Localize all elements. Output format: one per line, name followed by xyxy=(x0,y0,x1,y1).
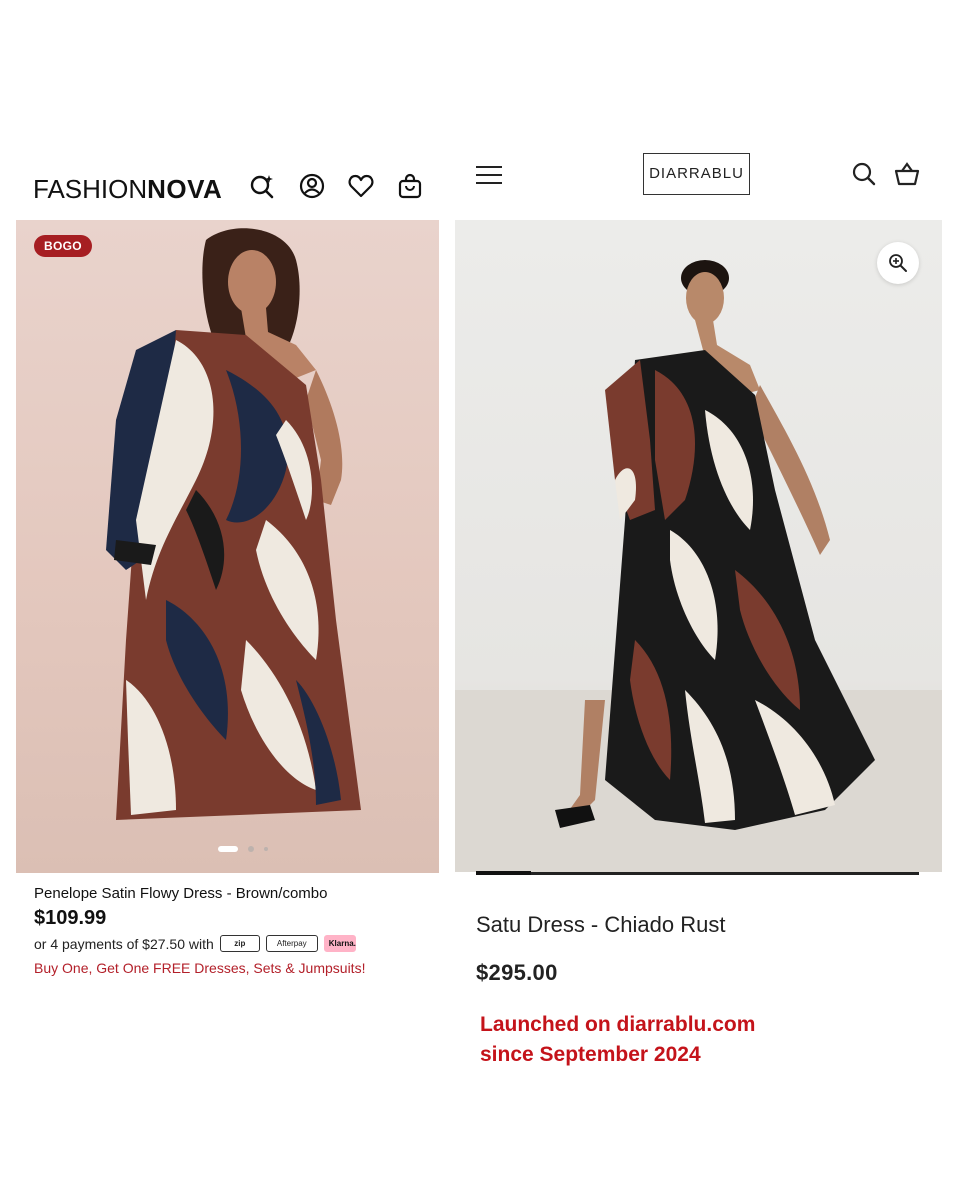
promo-link[interactable]: Buy One, Get One FREE Dresses, Sets & Ju… xyxy=(34,960,365,976)
menu-icon[interactable] xyxy=(474,163,504,187)
bag-icon[interactable] xyxy=(396,172,424,200)
fashionnova-product-image[interactable]: BOGO xyxy=(16,220,439,873)
image-progress-bar[interactable] xyxy=(476,871,919,875)
launch-annotation: Launched on diarrablu.com since Septembe… xyxy=(480,1010,755,1070)
account-icon[interactable] xyxy=(298,172,326,200)
afterpay-badge[interactable]: Afterpay xyxy=(265,935,318,952)
fashionnova-logo[interactable]: FASHIONNOVA xyxy=(33,174,222,205)
annotation-line-1: Launched on diarrablu.com xyxy=(480,1013,756,1036)
zip-badge[interactable]: zip xyxy=(219,935,260,952)
zoom-button[interactable] xyxy=(877,242,919,284)
bogo-badge: BOGO xyxy=(34,235,92,257)
model-illustration-right xyxy=(455,260,942,872)
search-sparkle-icon[interactable] xyxy=(248,172,276,200)
diarrablu-product-image[interactable] xyxy=(455,220,942,872)
search-icon[interactable] xyxy=(850,160,878,188)
heart-icon[interactable] xyxy=(347,172,375,200)
installment-row: or 4 payments of $27.50 with zip Afterpa… xyxy=(34,935,356,952)
product-name-right[interactable]: Satu Dress - Chiado Rust xyxy=(476,912,725,938)
zoom-in-icon xyxy=(889,254,907,272)
logo-part-nova: NOVA xyxy=(147,174,223,204)
product-price-left: $109.99 xyxy=(34,907,107,929)
fashionnova-header: FASHIONNOVA xyxy=(0,150,450,220)
annotation-line-2: since September 2024 xyxy=(480,1043,701,1066)
carousel-dot[interactable] xyxy=(248,846,254,852)
carousel-dot[interactable] xyxy=(264,847,268,851)
product-name-left[interactable]: Penelope Satin Flowy Dress - Brown/combo xyxy=(34,885,327,902)
image-progress-fill xyxy=(476,871,532,875)
klarna-badge[interactable]: Klarna. xyxy=(323,935,356,952)
carousel-dot-active[interactable] xyxy=(218,846,238,852)
diarrablu-logo[interactable]: DIARRABLU xyxy=(643,153,750,195)
basket-icon[interactable] xyxy=(893,160,921,188)
product-price-right: $295.00 xyxy=(476,960,558,985)
logo-part-fashion: FASHION xyxy=(33,174,148,204)
installment-text: or 4 payments of $27.50 with xyxy=(34,935,214,952)
model-illustration-left xyxy=(106,228,361,820)
